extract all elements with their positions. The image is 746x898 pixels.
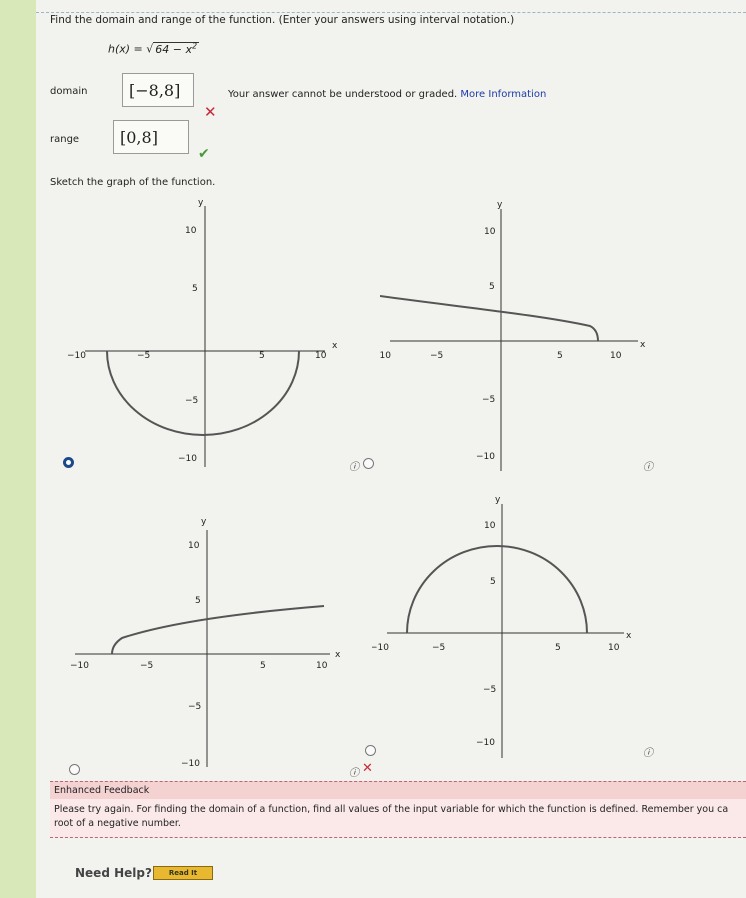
info-icon[interactable]: ⓘ — [349, 764, 359, 779]
x-axis-label: x — [332, 341, 338, 351]
feedback-line-1: Please try again. For finding the domain… — [54, 804, 729, 815]
x-tick-label: −10 — [70, 661, 89, 671]
graph-option-b[interactable]: y x −10 −5 5 10 10 5 −5 −10 — [380, 195, 660, 475]
y-tick-label: 5 — [192, 284, 198, 294]
y-tick-label: −10 — [181, 759, 200, 769]
graph-option-d[interactable]: y x −10 −5 5 10 10 5 −5 −10 — [372, 490, 662, 770]
radio-option-b[interactable] — [363, 458, 374, 469]
left-margin-strip — [0, 0, 36, 898]
error-text: Your answer cannot be understood or grad… — [228, 89, 458, 100]
x-tick-label: 5 — [555, 643, 561, 653]
function-lhs: h(x) = — [108, 42, 147, 56]
y-axis-label: y — [198, 198, 204, 208]
y-tick-label: 10 — [484, 521, 496, 531]
y-tick-label: 5 — [489, 282, 495, 292]
graph-option-a[interactable]: y x −10 −5 5 10 10 5 −5 −10 — [55, 192, 355, 472]
info-icon[interactable]: ⓘ — [349, 458, 359, 473]
x-tick-label: 10 — [316, 661, 328, 671]
function-formula: h(x) = √ 64 − x2 — [108, 41, 200, 56]
more-information-link[interactable]: More Information — [460, 89, 546, 100]
x-axis-label: x — [640, 340, 646, 350]
x-tick-label: −5 — [137, 351, 150, 361]
y-tick-label: −10 — [178, 454, 197, 464]
graph-option-c[interactable]: y x −10 −5 5 10 10 5 −5 −10 — [60, 512, 350, 772]
x-mark-icon: ✕ — [362, 761, 373, 776]
feedback-line-2: root of a negative number. — [54, 818, 181, 829]
x-tick-label: 5 — [260, 661, 266, 671]
curve — [106, 350, 300, 436]
x-tick-label: −5 — [430, 351, 443, 361]
x-tick-label: −5 — [140, 661, 153, 671]
range-input[interactable]: [0,8] — [113, 120, 189, 154]
y-tick-label: −10 — [476, 738, 495, 748]
x-tick-label: −5 — [432, 643, 445, 653]
y-tick-label: 5 — [490, 577, 496, 587]
y-tick-label: −5 — [482, 395, 495, 405]
domain-label: domain — [50, 86, 88, 97]
check-icon: ✔ — [198, 146, 210, 162]
radio-option-c[interactable] — [69, 764, 80, 775]
y-tick-label: 10 — [185, 226, 197, 236]
curve — [111, 605, 325, 655]
y-tick-label: −5 — [185, 396, 198, 406]
question-text: Find the domain and range of the functio… — [50, 14, 515, 26]
y-tick-label: 10 — [188, 541, 200, 551]
y-tick-label: 10 — [484, 227, 496, 237]
range-label: range — [50, 134, 80, 145]
y-axis-label: y — [201, 517, 207, 527]
y-tick-label: −5 — [188, 702, 201, 712]
info-icon[interactable]: ⓘ — [643, 458, 653, 473]
x-tick-label: 10 — [315, 351, 327, 361]
info-icon[interactable]: ⓘ — [643, 744, 653, 759]
curve — [380, 295, 599, 342]
x-tick-label: −10 — [67, 351, 86, 361]
feedback-body: Please try again. For finding the domain… — [50, 799, 746, 838]
x-tick-label: 5 — [259, 351, 265, 361]
y-tick-label: 5 — [195, 596, 201, 606]
enhanced-feedback-panel: Enhanced Feedback Please try again. For … — [50, 781, 746, 838]
feedback-title: Enhanced Feedback — [50, 781, 746, 799]
x-tick-label: 5 — [557, 351, 563, 361]
y-axis-label: y — [495, 495, 501, 505]
y-tick-label: −5 — [483, 685, 496, 695]
x-tick-label: −10 — [372, 643, 389, 653]
x-mark-icon: ✕ — [204, 103, 217, 121]
radio-option-d[interactable] — [365, 745, 376, 756]
y-axis-label: y — [497, 200, 503, 210]
x-axis-label: x — [626, 631, 632, 641]
x-tick-label: 10 — [610, 351, 622, 361]
curve — [406, 545, 588, 634]
x-axis-label: x — [335, 650, 341, 660]
need-help-label: Need Help? — [75, 866, 152, 880]
error-message: Your answer cannot be understood or grad… — [228, 89, 546, 100]
y-tick-label: −10 — [476, 452, 495, 462]
read-it-button[interactable]: Read It — [153, 866, 213, 880]
domain-input[interactable]: [−8,8] — [122, 73, 194, 107]
function-exponent: 2 — [192, 41, 198, 50]
radio-option-a[interactable] — [63, 457, 74, 468]
top-bar — [36, 0, 746, 13]
x-tick-label: 10 — [608, 643, 620, 653]
function-radicand: 64 − x — [155, 42, 193, 56]
x-tick-label: −10 — [380, 351, 391, 361]
sketch-prompt: Sketch the graph of the function. — [50, 177, 216, 188]
